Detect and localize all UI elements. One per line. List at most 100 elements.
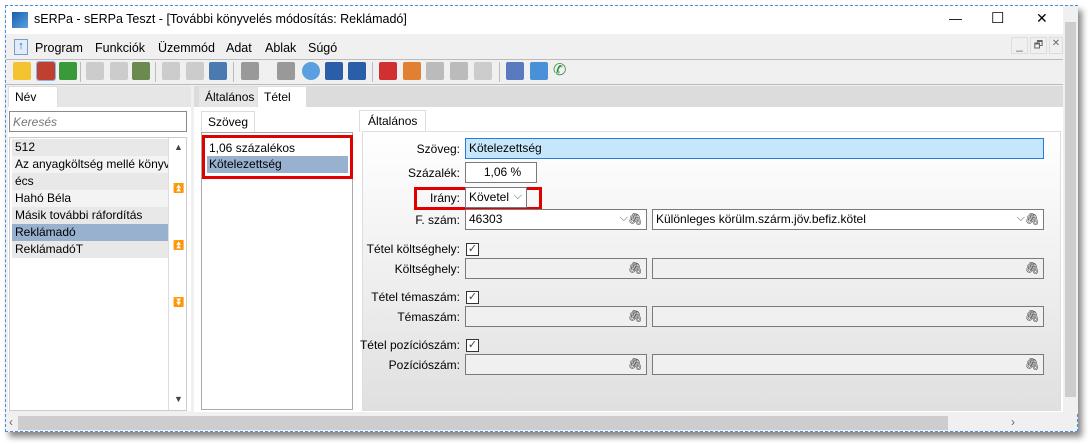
tab-szoveg[interactable]: Szöveg [201,111,256,133]
vertical-scrollbar[interactable] [1063,6,1078,412]
temaszam-input[interactable]: 🖇 [465,306,647,327]
list-item[interactable]: Az anyagköltség mellé könyvelendő [12,156,168,173]
szazalek-input[interactable]: 1,06 % [465,162,537,183]
paperclip-icon[interactable]: 🖇 [1025,307,1040,326]
tab-tetel[interactable]: Tétel [257,86,307,108]
koltseghely-name-input[interactable]: 🖇 [652,258,1044,279]
form-panel: Szöveg: Kötelezettség Százalék: 1,06 % I… [360,131,1061,411]
menu-uzemmod[interactable]: Üzemmód [158,38,215,58]
filter-clear-icon[interactable] [277,62,295,80]
delete-icon[interactable] [186,62,204,80]
next-page-icon[interactable]: ⏬ [173,297,184,308]
tab-nev[interactable]: Név [8,86,58,107]
first-record-icon[interactable]: ⏫ [173,183,184,194]
phone-icon[interactable]: ✆ [553,62,571,80]
paperclip-icon[interactable]: 🖇 [1025,259,1040,278]
search-input[interactable] [9,111,187,132]
mdi-restore-button[interactable]: 🗗 [1030,37,1047,54]
maximize-button[interactable]: ☐ [991,9,1004,27]
paperclip-icon[interactable]: 🖇 [1025,355,1040,374]
toolbar-separator [80,62,81,82]
szoveg-input[interactable]: Kötelezettség [465,138,1044,159]
scroll-up-icon[interactable]: ▲ [174,142,183,152]
fszam-select[interactable]: 46303 ⌵ 🖇 [465,209,647,230]
export-icon[interactable] [209,62,227,80]
fszam-name-select[interactable]: Különleges körülm.szárm.jöv.befiz.kötel ⌵… [652,209,1044,230]
app-window: sERPa - sERPa Teszt - [További könyvelés… [5,5,1078,432]
divider [6,59,1063,60]
previous-icon[interactable] [325,62,343,80]
toolbar-separator [233,62,234,82]
chevron-down-icon: ⌵ [1016,212,1025,224]
title-bar: sERPa - sERPa Teszt - [További könyvelés… [6,6,1063,34]
refresh-icon[interactable] [59,62,77,80]
fszam-value: 46303 [469,212,503,226]
next-icon[interactable] [348,62,366,80]
left-panel: Név 512 Az anyagköltség mellé könyvelend… [8,86,191,411]
menu-adat[interactable]: Adat [226,38,252,58]
list-item[interactable]: 512 [12,139,168,156]
toolbar-separator [372,62,373,82]
minimize-button[interactable]: — [949,11,962,26]
vertical-scrollbar-thumb[interactable] [1065,22,1076,397]
help-icon[interactable] [474,62,492,80]
list-item[interactable]: Másik további ráfordítás [12,207,168,224]
edit-record-icon[interactable] [36,61,56,81]
mdi-minimize-button[interactable]: _ [1011,37,1028,54]
pozicioszam-label: Pozíciószám: [388,358,460,372]
toolbar-separator [155,62,156,82]
temaszam-label: Témaszám: [397,310,460,324]
move-right-icon[interactable] [450,62,468,80]
list-item[interactable]: écs [12,173,168,190]
main-tab-strip [194,86,1063,107]
mdi-close-button[interactable]: ✕ [1049,37,1063,54]
menu-ablak[interactable]: Ablak [265,38,296,58]
previous-page-icon[interactable]: ⏫ [173,240,184,251]
tab-altalanos[interactable]: Általános [199,87,261,108]
list-item[interactable]: Hahó Béla [12,190,168,207]
paperclip-icon[interactable]: 🖇 [628,259,643,278]
menu-app-icon[interactable]: ↑ [14,39,28,55]
temaszam-name-input[interactable]: 🖇 [652,306,1044,327]
tetel-pozicioszam-checkbox[interactable]: ✓ [466,339,479,352]
tab-form-altalanos[interactable]: Általános [359,110,427,132]
calculator-icon[interactable] [506,62,524,80]
tetel-koltseghely-label: Tétel költséghely: [366,242,460,256]
save-icon[interactable] [162,62,180,80]
paperclip-icon[interactable]: 🖇 [1025,210,1040,229]
koltseghely-input[interactable]: 🖇 [465,258,647,279]
edit-icon[interactable] [403,62,421,80]
pozicioszam-input[interactable]: 🖇 [465,354,647,375]
toolbar-separator [499,62,500,82]
menu-funkciok[interactable]: Funkciók [95,38,145,58]
print-preview-icon[interactable] [110,62,128,80]
tetel-koltseghely-checkbox[interactable]: ✓ [466,243,479,256]
irany-select[interactable]: Követel ⌵ [465,187,527,208]
move-left-icon[interactable] [426,62,444,80]
scroll-down-icon[interactable]: ▼ [174,394,183,404]
horizontal-scrollbar[interactable]: ‹ › [6,415,1063,431]
fszam-name: Különleges körülm.szárm.jöv.befiz.kötel [656,212,866,226]
horizontal-scrollbar-thumb[interactable] [18,416,948,430]
favorite-icon[interactable] [13,62,31,80]
szazalek-label: Százalék: [407,166,460,180]
scroll-left-icon[interactable]: ‹ [9,415,13,429]
paperclip-icon[interactable]: 🖇 [628,210,643,229]
divider [6,84,1063,85]
pozicioszam-name-input[interactable]: 🖇 [652,354,1044,375]
close-button[interactable]: ✕ [1036,10,1048,27]
paperclip-icon[interactable]: 🖇 [628,307,643,326]
search-icon[interactable] [302,62,320,80]
insert-icon[interactable] [379,62,397,80]
menu-program[interactable]: Program [35,38,83,58]
list-item-selected[interactable]: Reklámadó [12,224,168,241]
paperclip-icon[interactable]: 🖇 [628,355,643,374]
list-item[interactable]: ReklámadóT [12,241,168,258]
email-icon[interactable] [530,62,548,80]
attachment-icon[interactable] [132,62,150,80]
scroll-right-icon[interactable]: › [1011,415,1015,429]
filter-icon[interactable] [241,62,259,80]
tetel-temaszam-checkbox[interactable]: ✓ [466,291,479,304]
print-icon[interactable] [86,62,104,80]
menu-sugo[interactable]: Súgó [308,38,337,58]
